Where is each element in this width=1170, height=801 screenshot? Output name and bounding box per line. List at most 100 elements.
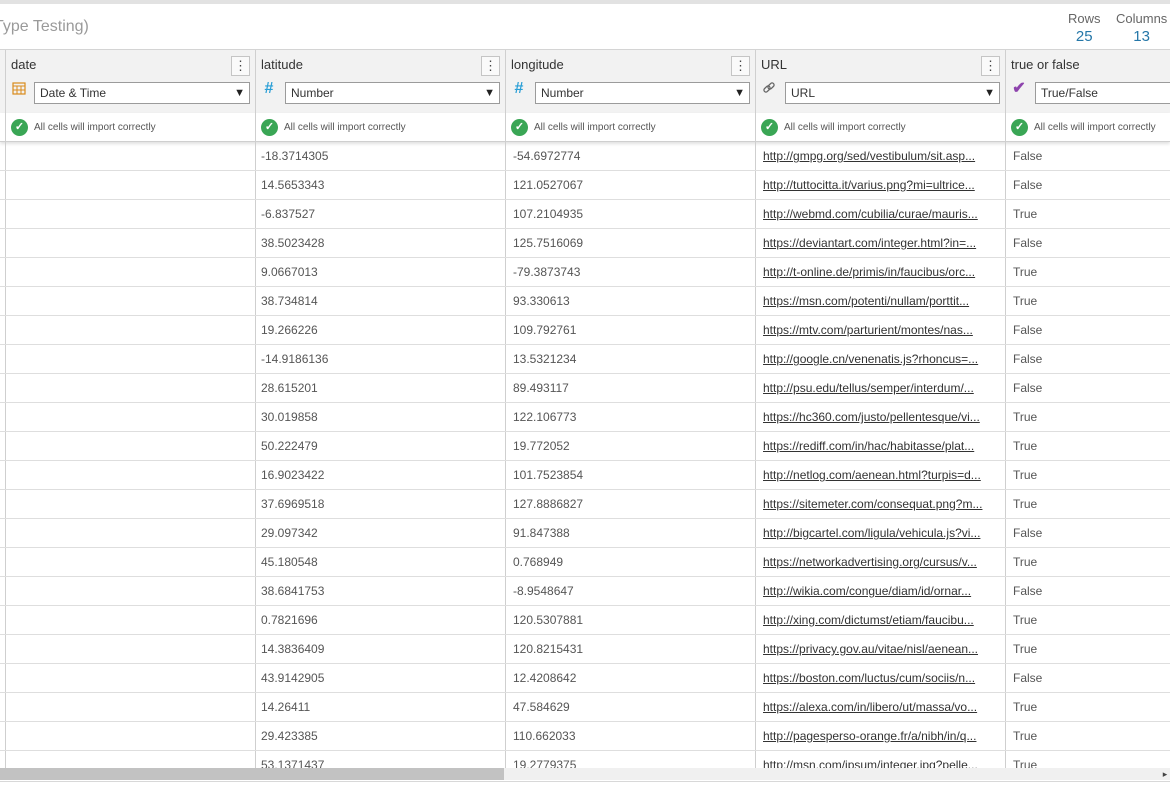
longitude-cell: -79.3873743 bbox=[513, 265, 581, 279]
check-circle-icon: ✓ bbox=[261, 118, 278, 136]
table-row: -14.9186136 13.5321234 http://google.cn/ve… bbox=[0, 345, 1170, 374]
url-link[interactable]: https://sitemeter.com/consequat.png?m... bbox=[763, 490, 998, 518]
longitude-cell: 120.5307881 bbox=[513, 613, 584, 627]
column-menu-button[interactable]: ⋮ bbox=[481, 56, 500, 76]
url-link[interactable]: http://msn.com/ipsum/integer.jpg?pelle..… bbox=[763, 751, 998, 768]
longitude-cell: -54.6972774 bbox=[513, 149, 581, 163]
chevron-down-icon: ▼ bbox=[984, 87, 995, 99]
link-icon bbox=[761, 81, 777, 97]
true-or-false-cell: False bbox=[1013, 323, 1043, 337]
table-row: 29.097342 91.847388 http://bigcartel.com/l… bbox=[0, 519, 1170, 548]
longitude-cell: 101.7523854 bbox=[513, 468, 584, 482]
column-type-value: Date & Time bbox=[40, 86, 107, 100]
latitude-cell: 14.5653343 bbox=[261, 178, 325, 192]
true-or-false-cell: False bbox=[1013, 584, 1043, 598]
longitude-cell: 122.106773 bbox=[513, 410, 577, 424]
column-status: ✓ All cells will import correctly bbox=[1011, 118, 1156, 136]
url-link[interactable]: http://wikia.com/congue/diam/id/ornar... bbox=[763, 577, 998, 605]
latitude-cell: 37.6969518 bbox=[261, 497, 325, 511]
data-table-body: -18.3714305 -54.6972774 http://gmpg.org/se… bbox=[0, 142, 1170, 768]
url-link[interactable]: https://boston.com/luctus/cum/sociis/n..… bbox=[763, 664, 998, 692]
table-row: 14.26411 47.584629 https://alexa.com/in/li… bbox=[0, 693, 1170, 722]
rows-label: Rows bbox=[1068, 11, 1101, 26]
column-type-value: Number bbox=[541, 86, 584, 100]
longitude-cell: 47.584629 bbox=[513, 700, 570, 714]
true-or-false-cell: True bbox=[1013, 410, 1038, 424]
true-or-false-cell: True bbox=[1013, 468, 1038, 482]
table-row: 38.5023428 125.7516069 https://deviantart.… bbox=[0, 229, 1170, 258]
table-row: 19.266226 109.792761 https://mtv.com/partu… bbox=[0, 316, 1170, 345]
url-link[interactable]: http://netlog.com/aenean.html?turpis=d..… bbox=[763, 461, 998, 489]
true-or-false-cell: True bbox=[1013, 613, 1038, 627]
true-or-false-cell: True bbox=[1013, 265, 1038, 279]
url-link[interactable]: https://privacy.gov.au/vitae/nisl/aenean… bbox=[763, 635, 998, 663]
table-row: 28.615201 89.493117 http://psu.edu/tellus/… bbox=[0, 374, 1170, 403]
table-row: 30.019858 122.106773 https://hc360.com/jus… bbox=[0, 403, 1170, 432]
true-or-false-cell: True bbox=[1013, 758, 1038, 768]
column-menu-button[interactable]: ⋮ bbox=[981, 56, 1000, 76]
table-row: -18.3714305 -54.6972774 http://gmpg.org/se… bbox=[0, 142, 1170, 171]
latitude-cell: 19.266226 bbox=[261, 323, 318, 337]
true-or-false-cell: False bbox=[1013, 671, 1043, 685]
true-or-false-cell: False bbox=[1013, 526, 1043, 540]
url-link[interactable]: https://msn.com/potenti/nullam/porttit..… bbox=[763, 287, 998, 315]
column-name: true or false bbox=[1011, 57, 1080, 72]
url-link[interactable]: http://webmd.com/cubilia/curae/mauris... bbox=[763, 200, 998, 228]
column-header-date: date ⋮ Date & Time ▼ bbox=[6, 50, 255, 112]
check-circle-icon: ✓ bbox=[761, 118, 778, 136]
table-row: 53.1371437 19.2779375 http://msn.com/ipsum… bbox=[0, 751, 1170, 768]
horizontal-scrollbar[interactable]: ▸ bbox=[0, 768, 1170, 780]
url-link[interactable]: https://mtv.com/parturient/montes/nas... bbox=[763, 316, 998, 344]
url-link[interactable]: http://t-online.de/primis/in/faucibus/or… bbox=[763, 258, 998, 286]
url-link[interactable]: http://xing.com/dictumst/etiam/faucibu..… bbox=[763, 606, 998, 634]
latitude-cell: -6.837527 bbox=[261, 207, 316, 221]
column-type-value: URL bbox=[791, 86, 816, 100]
true-or-false-cell: False bbox=[1013, 236, 1043, 250]
url-link[interactable]: http://bigcartel.com/ligula/vehicula.js?… bbox=[763, 519, 998, 547]
chevron-down-icon: ▼ bbox=[234, 87, 245, 99]
column-type-select[interactable]: True/False bbox=[1035, 82, 1170, 104]
column-header-latitude: latitude ⋮ # Number ▼ bbox=[256, 50, 505, 112]
longitude-cell: 19.2779375 bbox=[513, 758, 577, 768]
column-type-select[interactable]: Number ▼ bbox=[535, 82, 750, 104]
latitude-cell: 0.7821696 bbox=[261, 613, 318, 627]
column-header-url: URL ⋮ URL ▼ bbox=[756, 50, 1005, 112]
url-link[interactable]: https://alexa.com/in/libero/ut/massa/vo.… bbox=[763, 693, 998, 721]
url-link[interactable]: http://pagesperso-orange.fr/a/nibh/in/q.… bbox=[763, 722, 998, 750]
table-row: 50.222479 19.772052 https://rediff.com/in/… bbox=[0, 432, 1170, 461]
table-row: 14.3836409 120.8215431 https://privacy.gov… bbox=[0, 635, 1170, 664]
bottom-border bbox=[0, 781, 1170, 782]
latitude-cell: 50.222479 bbox=[261, 439, 318, 453]
longitude-cell: 121.0527067 bbox=[513, 178, 584, 192]
true-or-false-cell: True bbox=[1013, 207, 1038, 221]
table-row: 37.6969518 127.8886827 https://sitemeter.c… bbox=[0, 490, 1170, 519]
url-link[interactable]: http://google.cn/venenatis.js?rhoncus=..… bbox=[763, 345, 998, 373]
url-link[interactable]: https://hc360.com/justo/pellentesque/vi.… bbox=[763, 403, 998, 431]
scroll-right-arrow-icon[interactable]: ▸ bbox=[1160, 768, 1170, 780]
column-status: ✓ All cells will import correctly bbox=[511, 118, 656, 136]
table-row: 45.180548 0.768949 https://networkadvertis… bbox=[0, 548, 1170, 577]
url-link[interactable]: https://networkadvertising.org/cursus/v.… bbox=[763, 548, 998, 576]
table-row: -6.837527 107.2104935 http://webmd.com/cub… bbox=[0, 200, 1170, 229]
column-type-select[interactable]: Date & Time ▼ bbox=[34, 82, 250, 104]
status-text: All cells will import correctly bbox=[784, 121, 906, 133]
latitude-cell: 30.019858 bbox=[261, 410, 318, 424]
longitude-cell: 125.7516069 bbox=[513, 236, 584, 250]
url-link[interactable]: http://psu.edu/tellus/semper/interdum/..… bbox=[763, 374, 998, 402]
true-or-false-cell: False bbox=[1013, 352, 1043, 366]
column-type-select[interactable]: Number ▼ bbox=[285, 82, 500, 104]
url-link[interactable]: https://deviantart.com/integer.html?in=.… bbox=[763, 229, 998, 257]
url-link[interactable]: https://rediff.com/in/hac/habitasse/plat… bbox=[763, 432, 998, 460]
columns-count: Columns 13 bbox=[1116, 11, 1167, 45]
url-link[interactable]: http://tuttocitta.it/varius.png?mi=ultri… bbox=[763, 171, 998, 199]
true-or-false-cell: False bbox=[1013, 178, 1043, 192]
column-type-select[interactable]: URL ▼ bbox=[785, 82, 1000, 104]
status-text: All cells will import correctly bbox=[534, 121, 656, 133]
scrollbar-thumb[interactable] bbox=[0, 768, 504, 780]
rows-count: Rows 25 bbox=[1068, 11, 1101, 45]
column-menu-button[interactable]: ⋮ bbox=[231, 56, 250, 76]
longitude-cell: 110.662033 bbox=[513, 729, 576, 743]
url-link[interactable]: http://gmpg.org/sed/vestibulum/sit.asp..… bbox=[763, 142, 998, 170]
column-menu-button[interactable]: ⋮ bbox=[731, 56, 750, 76]
latitude-cell: 43.9142905 bbox=[261, 671, 325, 685]
